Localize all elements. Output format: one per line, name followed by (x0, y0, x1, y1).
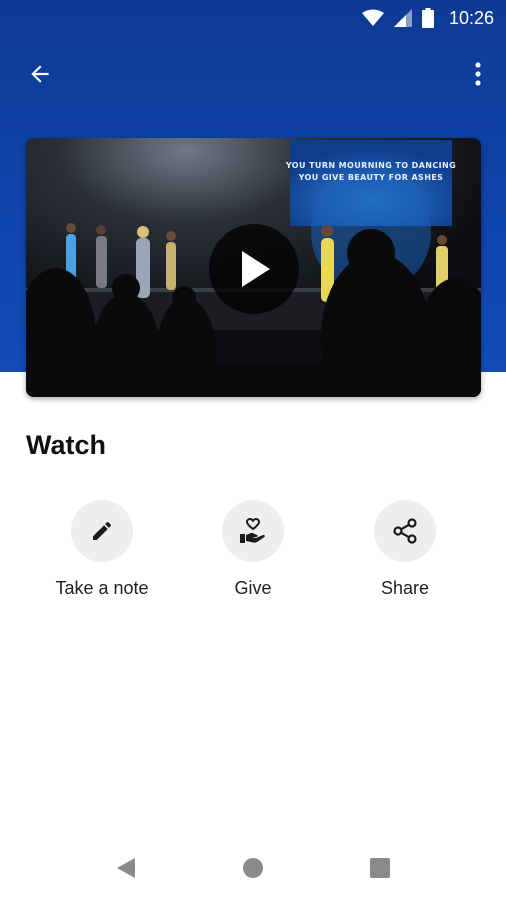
arrow-back-icon (31, 65, 49, 83)
back-button[interactable] (20, 50, 60, 98)
system-nav-bar (0, 832, 506, 900)
give-button[interactable] (222, 500, 284, 562)
screen-lyrics-line-2: YOU GIVE BEAUTY FOR ASHES (298, 173, 444, 182)
give-label: Give (234, 578, 272, 598)
take-note-label: Take a note (55, 578, 149, 598)
status-bar: 10:26 (0, 0, 506, 36)
pencil-icon (93, 521, 112, 540)
screen-lyrics-line-1: YOU TURN MOURNING TO DANCING (285, 161, 456, 170)
nav-back-button[interactable] (106, 850, 146, 886)
status-icons (362, 8, 434, 28)
play-icon (242, 251, 270, 287)
status-time: 10:26 (448, 8, 494, 28)
video-player[interactable]: YOU TURN MOURNING TO DANCING YOU GIVE BE… (26, 138, 481, 397)
signal-icon (394, 9, 412, 27)
share-icon (393, 518, 417, 544)
action-row: Take a note Give Share (0, 500, 506, 610)
app-bar (0, 50, 506, 98)
recents-square-icon (370, 858, 390, 878)
share-label: Share (380, 578, 430, 598)
take-note-action[interactable]: Take a note (32, 500, 172, 599)
nav-home-button[interactable] (233, 850, 273, 886)
share-button[interactable] (374, 500, 436, 562)
more-vert-icon (475, 62, 481, 86)
nav-recents-button[interactable] (360, 850, 400, 886)
share-action[interactable]: Share (335, 500, 475, 599)
give-action[interactable]: Give (183, 500, 323, 599)
more-options-button[interactable] (464, 50, 492, 98)
take-note-button[interactable] (71, 500, 133, 562)
back-triangle-icon (117, 858, 135, 878)
wifi-icon (362, 9, 384, 26)
battery-icon (422, 8, 434, 28)
play-button[interactable] (209, 224, 299, 314)
heart-hand-icon (240, 517, 265, 543)
page-title: Watch (26, 430, 106, 460)
home-circle-icon (243, 858, 263, 878)
